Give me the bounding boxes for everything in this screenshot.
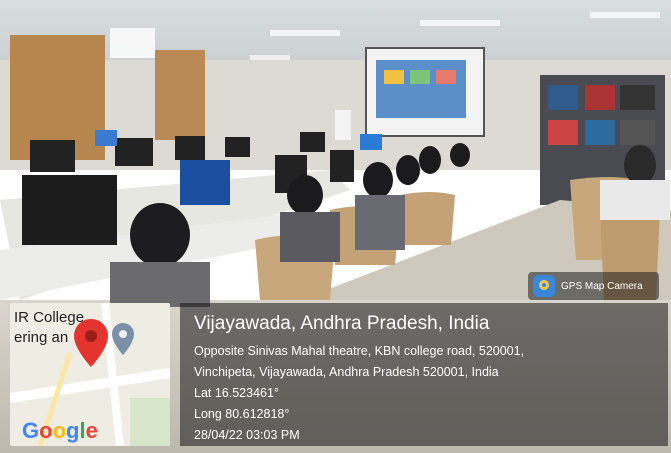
address-line-1: Opposite Sinivas Mahal theatre, KBN coll…	[194, 344, 525, 358]
timestamp: 28/04/22 03:03 PM	[194, 428, 300, 442]
address-line-2: Vinchipeta, Vijayawada, Andhra Pradesh 5…	[194, 365, 499, 379]
map-thumbnail: IR College ering an Google	[10, 303, 170, 446]
gps-camera-badge: GPS Map Camera	[528, 272, 659, 300]
google-logo: Google	[22, 418, 98, 443]
location-title: Vijayawada, Andhra Pradesh, India	[194, 313, 490, 334]
photo-frame: GPS Map Camera IR College ering an Googl…	[0, 0, 671, 453]
secondary-marker-icon	[112, 323, 134, 355]
badge-label: GPS Map Camera	[561, 280, 643, 292]
longitude: Long 80.612818°	[194, 407, 290, 421]
location-marker-icon	[74, 319, 108, 367]
map-label-engineering: ering an	[14, 329, 69, 346]
map-pin-icon	[533, 275, 555, 297]
location-info-panel: Vijayawada, Andhra Pradesh, India Opposi…	[180, 303, 668, 446]
latitude: Lat 16.523461°	[194, 386, 279, 400]
